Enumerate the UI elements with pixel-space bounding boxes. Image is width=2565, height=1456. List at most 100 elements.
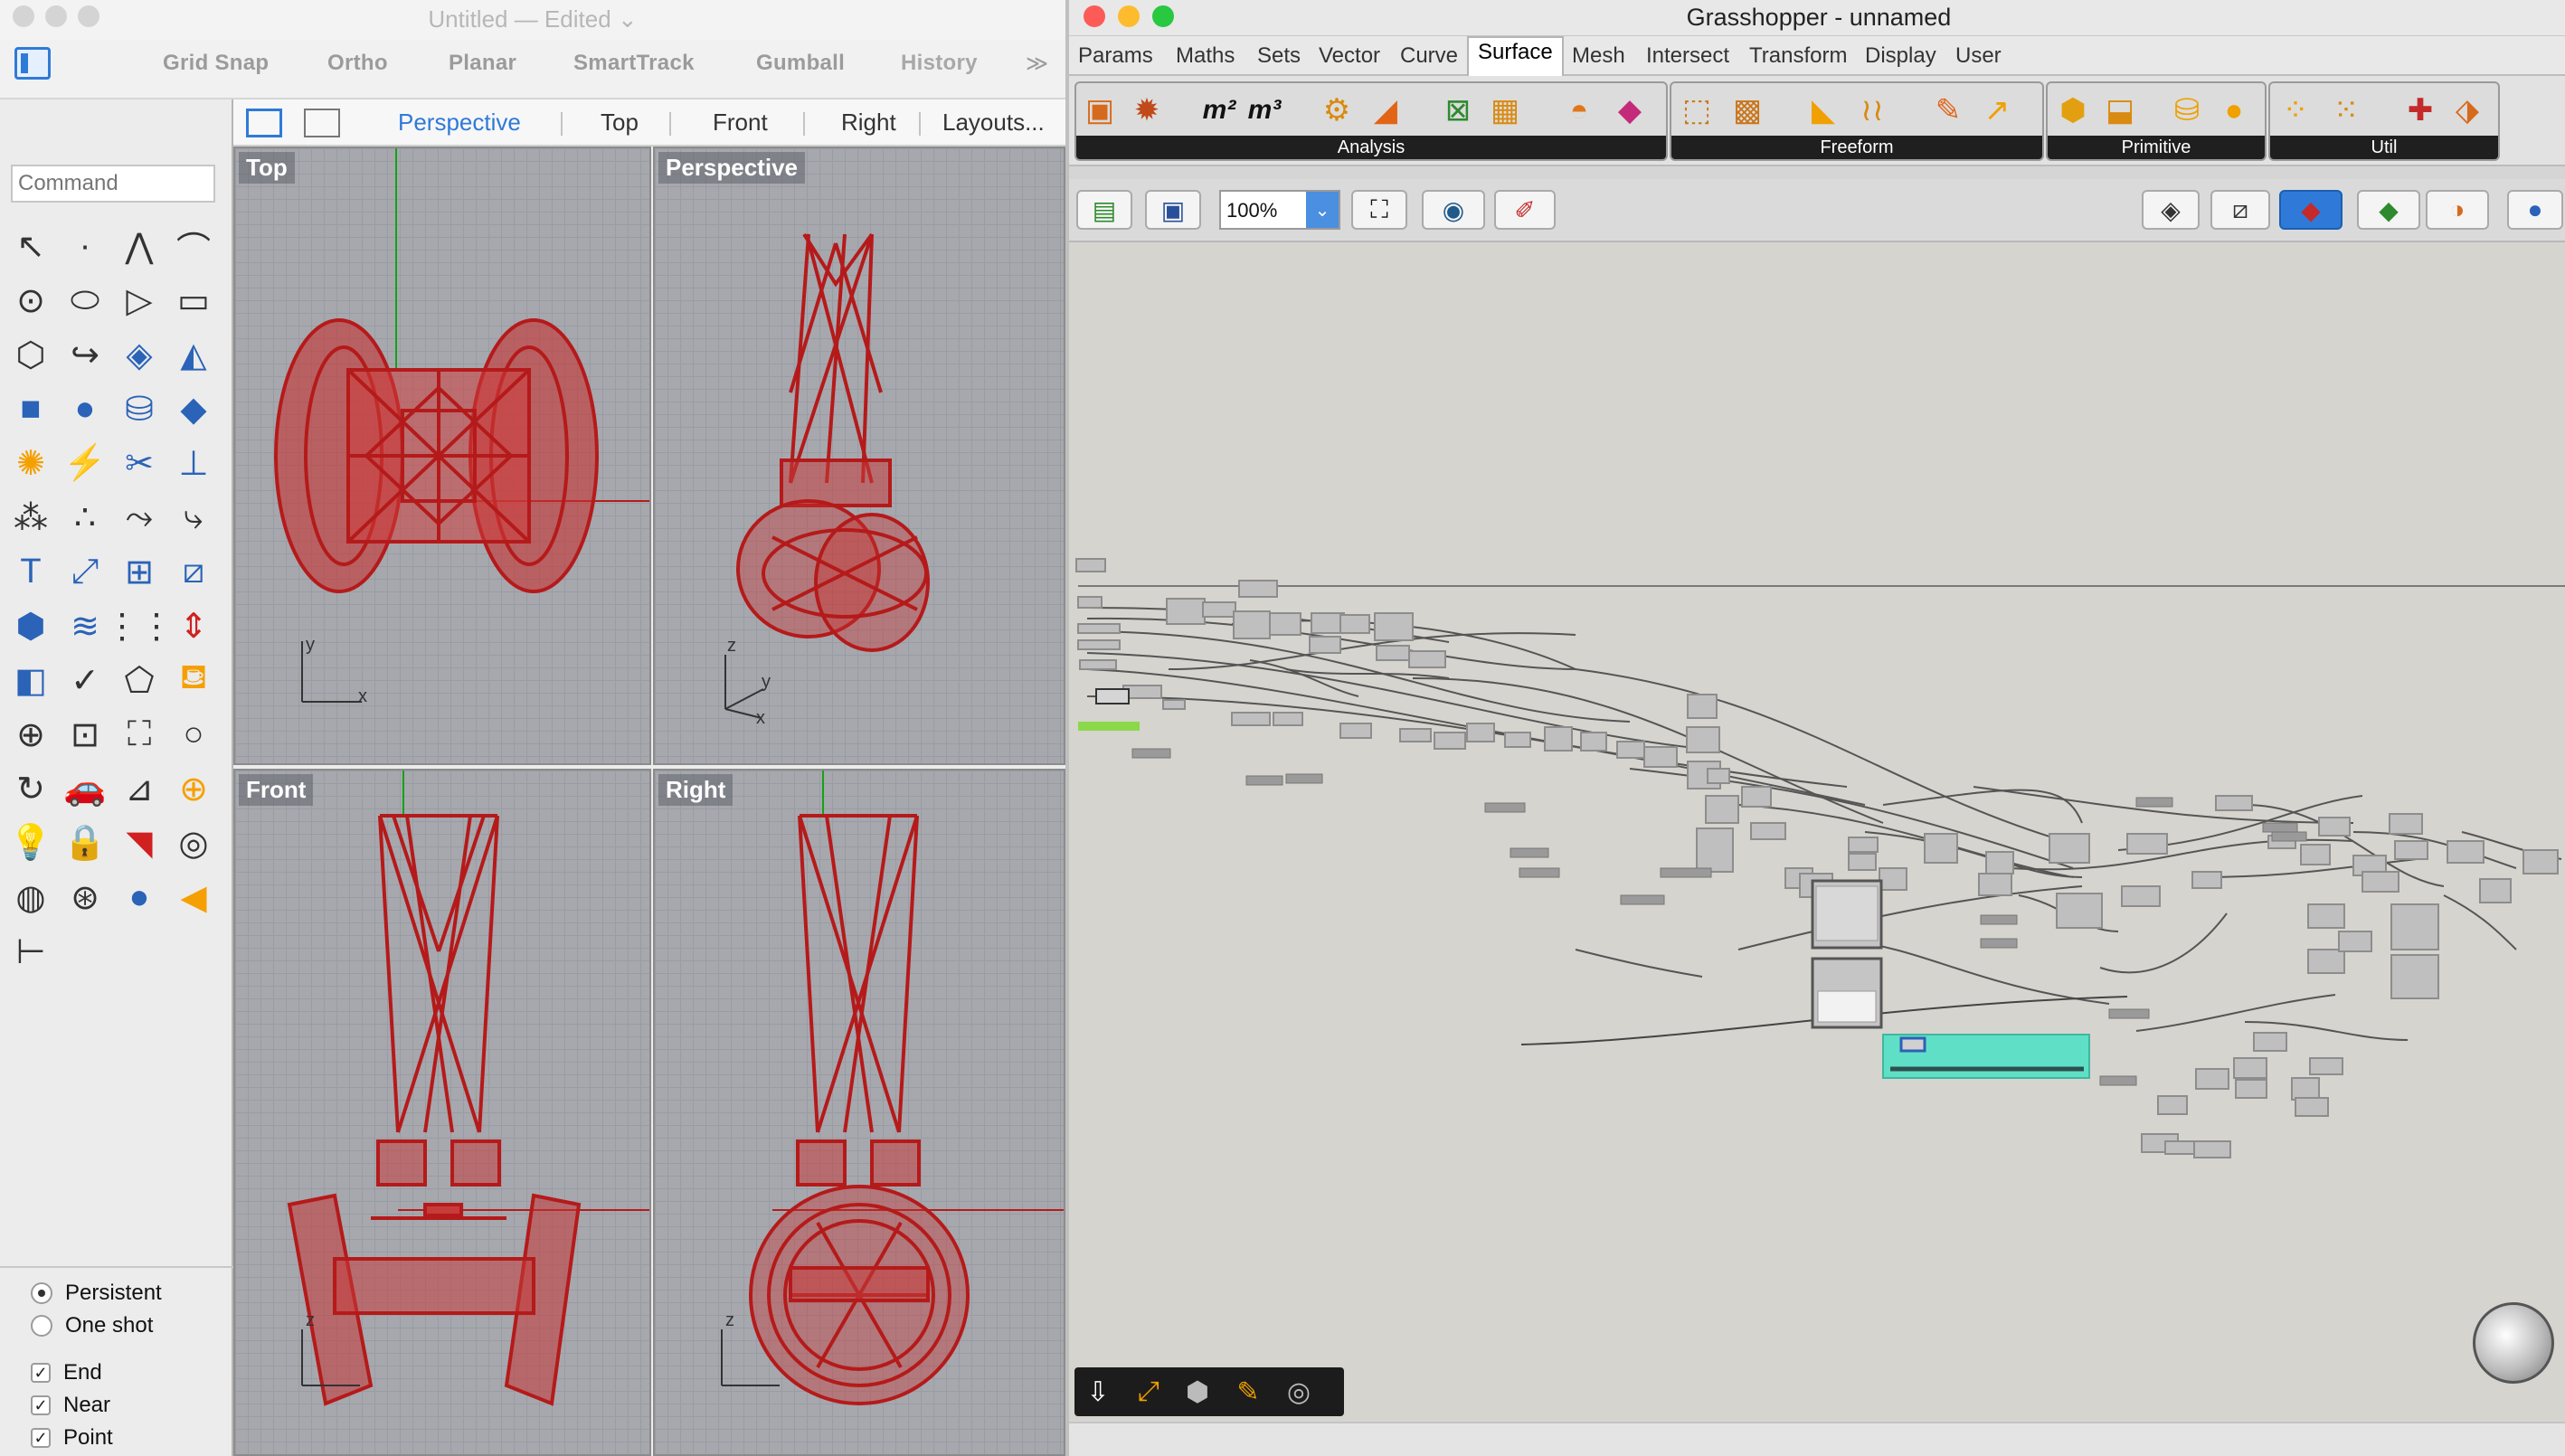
fillet-curve-icon[interactable]: ↪ [62,331,109,378]
navigation-dial-icon[interactable] [2473,1302,2554,1384]
point-checkbox[interactable]: ✓ Point [31,1425,113,1451]
command-input[interactable] [11,165,215,203]
preview-mesh-quality-icon[interactable]: ● [2507,190,2563,230]
tab-user[interactable]: User [1955,43,2002,69]
offset-curve-icon[interactable]: ⤷ [170,494,217,541]
tab-top[interactable]: Top [601,109,639,137]
viewport-top[interactable]: y x Top [233,147,651,765]
document-preview-icon[interactable]: ◑ [2426,190,2489,230]
zoom-dynamic-icon[interactable]: ⊕ [7,711,54,758]
save-file-icon[interactable]: ▣ [1145,190,1201,230]
zoom-extents-icon[interactable]: ⛶ [1351,190,1407,230]
zoom-extents-icon[interactable]: ⛶ [116,711,163,758]
circle-icon[interactable]: ⊙ [7,277,54,324]
boundary-surface-icon[interactable]: ⬚ [1677,90,1717,130]
ortho-toggle[interactable]: Ortho [327,51,388,76]
download-icon[interactable]: ⇩ [1078,1373,1118,1411]
viewport-perspective[interactable]: z y x Perspective [653,147,1065,765]
tab-right[interactable]: Right [841,109,896,137]
named-view-icon[interactable]: ⊕ [170,765,217,812]
car-icon[interactable]: 🚗 [62,765,109,812]
dimension-icon[interactable]: ⤢ [62,548,109,595]
plane-surface-icon[interactable]: ⬓ [2100,90,2140,130]
is-planar-icon[interactable]: ⊠ [1438,90,1478,130]
zoom-window-icon[interactable]: ⊡ [62,711,109,758]
four-view-layout-icon[interactable] [246,109,282,137]
rail-revolution-icon[interactable]: ↗ [1977,90,2017,130]
surface-from-points-icon[interactable]: ◈ [116,331,163,378]
layer-icon[interactable]: ◥ [116,819,163,866]
lasso-icon[interactable]: ◎ [1279,1373,1319,1411]
isotrim-icon[interactable]: ⁙ [2326,90,2366,130]
polygon-icon[interactable]: ▷ [116,277,163,324]
ellipse-icon[interactable]: ⬭ [62,277,109,324]
persistent-radio[interactable]: Persistent [31,1281,162,1306]
divide-domain-icon[interactable]: ⁘ [2276,90,2315,130]
group-icon[interactable]: ⁂ [7,494,54,541]
network-surface-icon[interactable]: ▩ [1727,90,1767,130]
extrude-icon[interactable]: ◣ [1803,90,1843,130]
rotate-view-icon[interactable]: ↻ [7,765,54,812]
near-checkbox[interactable]: ✓ Near [31,1393,110,1418]
tab-mesh[interactable]: Mesh [1572,43,1625,69]
cap-holes-icon[interactable]: ✚ [2400,90,2440,130]
selected-preview-icon[interactable]: ◆ [2357,190,2420,230]
chevron-down-icon[interactable]: ⌄ [1306,192,1339,228]
dimensions-icon[interactable]: ◓ [1559,90,1599,130]
sphere-primitive-icon[interactable]: ● [2214,90,2254,130]
color-wheel-icon[interactable]: ◎ [170,819,217,866]
array-icon[interactable]: ⋮⋮ [105,602,174,649]
cylinder-primitive-icon[interactable]: ⛁ [2167,90,2207,130]
box-icon[interactable]: ■ [7,385,54,432]
cone-icon[interactable]: ◀ [170,874,217,921]
box-primitive-icon[interactable]: ⬢ [2053,90,2093,130]
single-view-layout-icon[interactable] [304,109,340,137]
loft-icon[interactable]: ≀≀ [1852,90,1892,130]
tab-params[interactable]: Params [1078,43,1153,69]
sketch-pen-icon[interactable]: ✐ [1494,190,1556,230]
solid-tools-icon[interactable]: ⬢ [7,602,54,649]
end-checkbox[interactable]: ✓ End [31,1360,102,1385]
deconstruct-brep-icon[interactable]: ▦ [1485,90,1525,130]
tab-perspective[interactable]: Perspective [398,109,521,137]
cplane-icon[interactable]: ⊿ [116,765,163,812]
block-icon[interactable]: ⊞ [116,548,163,595]
check-icon[interactable]: ✓ [62,657,109,704]
osculating-circles-icon[interactable]: ◆ [1610,90,1650,130]
render-sphere-icon[interactable]: ● [116,874,163,921]
open-file-icon[interactable]: ▤ [1076,190,1132,230]
globe-icon[interactable]: ◍ [7,874,54,921]
preview-eye-icon[interactable]: ◉ [1422,190,1485,230]
one-shot-radio[interactable]: One shot [31,1313,153,1338]
split-icon[interactable]: ⊥ [170,440,217,487]
hatch-icon[interactable]: ⧄ [170,548,217,595]
tab-front[interactable]: Front [713,109,768,137]
shaded-preview-icon[interactable]: ◆ [2279,190,2343,230]
surface-closest-point-icon[interactable]: ◢ [1366,90,1406,130]
evaluate-surface-icon[interactable]: ⚙ [1317,90,1357,130]
box-analysis-icon[interactable]: ▣ [1080,90,1120,130]
trim-icon[interactable]: ✂ [116,440,163,487]
brep-wireframe-icon[interactable]: ✹ [1127,90,1167,130]
tab-vector[interactable]: Vector [1319,43,1380,69]
cplane-axes-icon[interactable]: ⊢ [7,928,54,975]
paint-bucket-icon[interactable]: ⛾ [170,657,217,704]
tab-curve[interactable]: Curve [1400,43,1458,69]
polyline-icon[interactable]: ⋀ [116,222,163,269]
no-preview-icon[interactable]: ⧄ [2210,190,2270,230]
tab-transform[interactable]: Transform [1749,43,1847,69]
tab-intersect[interactable]: Intersect [1646,43,1729,69]
point-icon[interactable]: ∙ [62,222,109,269]
more-chevron-icon[interactable]: ≫ [1026,51,1048,77]
wire-sphere-icon[interactable]: ⊛ [62,874,109,921]
planar-toggle[interactable]: Planar [449,51,516,76]
contour-icon[interactable]: ≋ [62,602,109,649]
area-icon[interactable]: m² [1199,90,1239,130]
smarttrack-toggle[interactable]: SmartTrack [573,51,695,76]
select-arrow-icon[interactable]: ↖ [7,222,54,269]
shade-icon[interactable]: ⬠ [116,657,163,704]
brep-join-icon[interactable]: ⬗ [2447,90,2487,130]
gumball-align-icon[interactable]: ⇕ [170,602,217,649]
analyze-icon[interactable]: ◧ [7,657,54,704]
light-bulb-icon[interactable]: 💡 [7,819,54,866]
